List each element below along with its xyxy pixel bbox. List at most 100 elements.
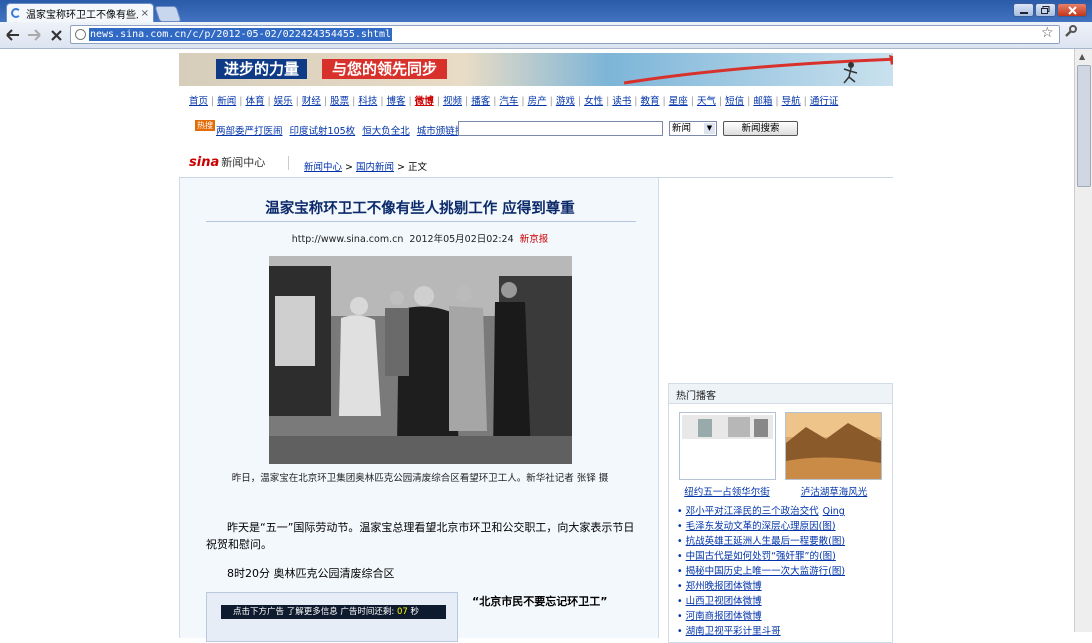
address-bar[interactable]: news.sina.com.cn/c/p/2012-05-02/02242435… — [70, 25, 1060, 44]
nav-item[interactable]: 邮箱 — [753, 96, 772, 107]
list-item-link[interactable]: 邓小平对江泽民的三个政治交代 — [686, 506, 819, 517]
bookmark-star-icon[interactable]: ☆ — [1041, 25, 1054, 41]
nav-item[interactable]: 女性 — [584, 96, 603, 107]
browser-tab-active[interactable]: 温家宝称环卫工不像有些人 × — [6, 3, 154, 22]
hot-search-links: 两部委严打医闹 印度试射105枚 恒大负全北 城市颁链指数 — [216, 123, 478, 137]
breadcrumb: 新闻中心 > 国内新闻 > 正文 — [304, 159, 427, 173]
back-button[interactable] — [4, 26, 22, 44]
maximize-button[interactable] — [1035, 3, 1056, 17]
list-item-link[interactable]: 山西卫视团体微博 — [686, 596, 762, 607]
list-item-link[interactable]: 揭秘中国历史上唯一一次大监游行(图) — [686, 566, 845, 577]
wrench-menu-icon[interactable] — [1064, 25, 1077, 42]
banner-swoosh-graphic — [623, 55, 893, 85]
list-item: • 毛泽东发动文革的深层心理原因(图) — [677, 519, 892, 534]
article-paragraph: 8时20分 奥林匹克公园清废综合区 — [227, 567, 395, 580]
nav-separator: | — [549, 96, 553, 107]
bullet-icon: • — [677, 596, 683, 607]
nav-separator: | — [323, 96, 328, 107]
nav-item[interactable]: 新闻 — [217, 96, 236, 107]
chevron-down-icon[interactable]: ▼ — [704, 123, 715, 134]
bullet-icon: • — [677, 566, 683, 577]
sina-logo[interactable]: sina 新闻中心 — [189, 154, 265, 170]
hot-search-badge: 热搜 — [195, 120, 215, 131]
blog-thumbnail[interactable] — [785, 412, 882, 480]
nav-separator: | — [718, 96, 723, 107]
list-item-link[interactable]: 中国古代是如何处罚“强奸罪”的(图) — [686, 551, 836, 562]
nav-item[interactable]: 体育 — [245, 96, 264, 107]
scroll-thumb[interactable] — [1077, 65, 1091, 187]
breadcrumb-domestic[interactable]: 国内新闻 — [356, 162, 394, 173]
breadcrumb-news-center[interactable]: 新闻中心 — [304, 162, 342, 173]
ad-banner[interactable]: 进步的力量 与您的领先同步 — [179, 53, 893, 86]
nav-item[interactable]: 博客 — [387, 96, 406, 107]
article-paragraph: 昨天是“五一”国际劳动节。温家宝总理看望北京市环卫和公交职工，向大家表示节日祝贺… — [206, 521, 635, 551]
nav-item[interactable]: 首页 — [189, 96, 208, 107]
nav-separator: | — [747, 96, 751, 107]
nav-separator: | — [775, 96, 779, 107]
scroll-up-icon[interactable]: ▲ — [1079, 52, 1085, 61]
nav-item[interactable]: 播客 — [471, 96, 490, 107]
breadcrumb-current: 正文 — [407, 162, 427, 173]
nav-item[interactable]: 读书 — [612, 96, 631, 107]
list-item: • 河南商报团体微博 — [677, 609, 892, 624]
list-item-link[interactable]: 郑州晚报团体微博 — [686, 581, 762, 592]
nav-separator: | — [408, 96, 412, 107]
nav-item[interactable]: 导航 — [782, 96, 801, 107]
new-tab-button[interactable] — [154, 6, 182, 22]
sidebar-hot-blogs: 热门播客 纽约五一占领华尔街 泸沽湖草海风光 • 邓小平对江泽民的三个政治交代 Qi… — [668, 383, 893, 643]
video-ad[interactable]: 点击下方广告 了解更多信息 广告时间还剩: 07 秒 — [206, 592, 458, 642]
close-window-button[interactable] — [1057, 3, 1087, 17]
nav-separator: | — [662, 96, 666, 107]
nav-item[interactable]: 微博 — [415, 96, 434, 107]
thumbnail-caption[interactable]: 泸沽湖草海风光 — [779, 484, 889, 498]
nav-item[interactable]: 娱乐 — [274, 96, 293, 107]
article-main: 温家宝称环卫工不像有些人挑剔工作 应得到尊重 http://www.sina.c… — [179, 178, 660, 642]
thumbnail-image — [786, 413, 881, 479]
list-item-link[interactable]: 河南商报团体微博 — [686, 611, 762, 622]
forward-button[interactable] — [25, 26, 43, 44]
list-item: • 抗战英雄王延洲人生最后一程要散(图) — [677, 534, 892, 549]
tab-close-icon[interactable]: × — [141, 8, 149, 19]
article-title: 温家宝称环卫工不像有些人挑剔工作 应得到尊重 — [265, 201, 575, 217]
logo-text: sina — [189, 155, 220, 170]
bullet-icon: • — [677, 536, 683, 547]
list-item-link[interactable]: 抗战英雄王延洲人生最后一程要散(图) — [686, 536, 845, 547]
search-input[interactable] — [458, 121, 663, 136]
nav-item[interactable]: 视频 — [443, 96, 462, 107]
photo-image — [269, 256, 572, 464]
nav-item[interactable]: 股票 — [330, 96, 349, 107]
nav-item[interactable]: 汽车 — [499, 96, 518, 107]
browser-title-bar: 温家宝称环卫工不像有些人 × — [0, 0, 1092, 22]
nav-item[interactable]: 短信 — [725, 96, 744, 107]
divider — [206, 221, 636, 222]
thumbnail-caption[interactable]: 纽约五一占领华尔街 — [672, 484, 782, 498]
url-text[interactable]: news.sina.com.cn/c/p/2012-05-02/02242435… — [89, 28, 393, 41]
nav-item[interactable]: 财经 — [302, 96, 321, 107]
nav-item[interactable]: 天气 — [697, 96, 716, 107]
nav-item[interactable]: 星座 — [669, 96, 688, 107]
stop-button[interactable] — [47, 26, 65, 44]
nav-item[interactable]: 科技 — [358, 96, 377, 107]
article-source[interactable]: 新京报 — [520, 234, 549, 245]
nav-item[interactable]: 房产 — [528, 96, 547, 107]
nav-item[interactable]: 游戏 — [556, 96, 575, 107]
channel-nav: 首页 | 新闻 | 体育 | 娱乐 | 财经 | 股票 | 科技 | 博客 | 微博 | 视频 | 播客 | 汽车 | 房产 | 游… — [189, 93, 889, 107]
banner-left-text: 进步的力量 — [216, 59, 308, 79]
list-item-link[interactable]: 毛泽东发动文革的深层心理原因(图) — [686, 521, 836, 532]
vertical-scrollbar[interactable]: ▲ — [1074, 49, 1092, 632]
article-meta: http://www.sina.com.cn 2012年05月02日02:24 … — [180, 231, 660, 245]
hot-link[interactable]: 印度试射105枚 — [290, 126, 356, 137]
blog-thumbnail[interactable] — [679, 412, 776, 480]
list-item: • 邓小平对江泽民的三个政治交代 Qing — [677, 504, 892, 519]
nav-separator: | — [352, 96, 356, 107]
nav-separator: | — [606, 96, 610, 107]
search-button[interactable]: 新闻搜索 — [723, 121, 798, 136]
search-category-value: 新闻 — [672, 123, 692, 134]
nav-item[interactable]: 教育 — [641, 96, 660, 107]
nav-item[interactable]: 通行证 — [810, 96, 839, 107]
hot-link[interactable]: 两部委严打医闹 — [216, 126, 283, 137]
minimize-button[interactable] — [1013, 3, 1034, 17]
list-item-user[interactable]: Qing — [823, 506, 845, 517]
hot-link[interactable]: 恒大负全北 — [362, 126, 410, 137]
search-category-select[interactable]: 新闻 ▼ — [669, 121, 717, 136]
